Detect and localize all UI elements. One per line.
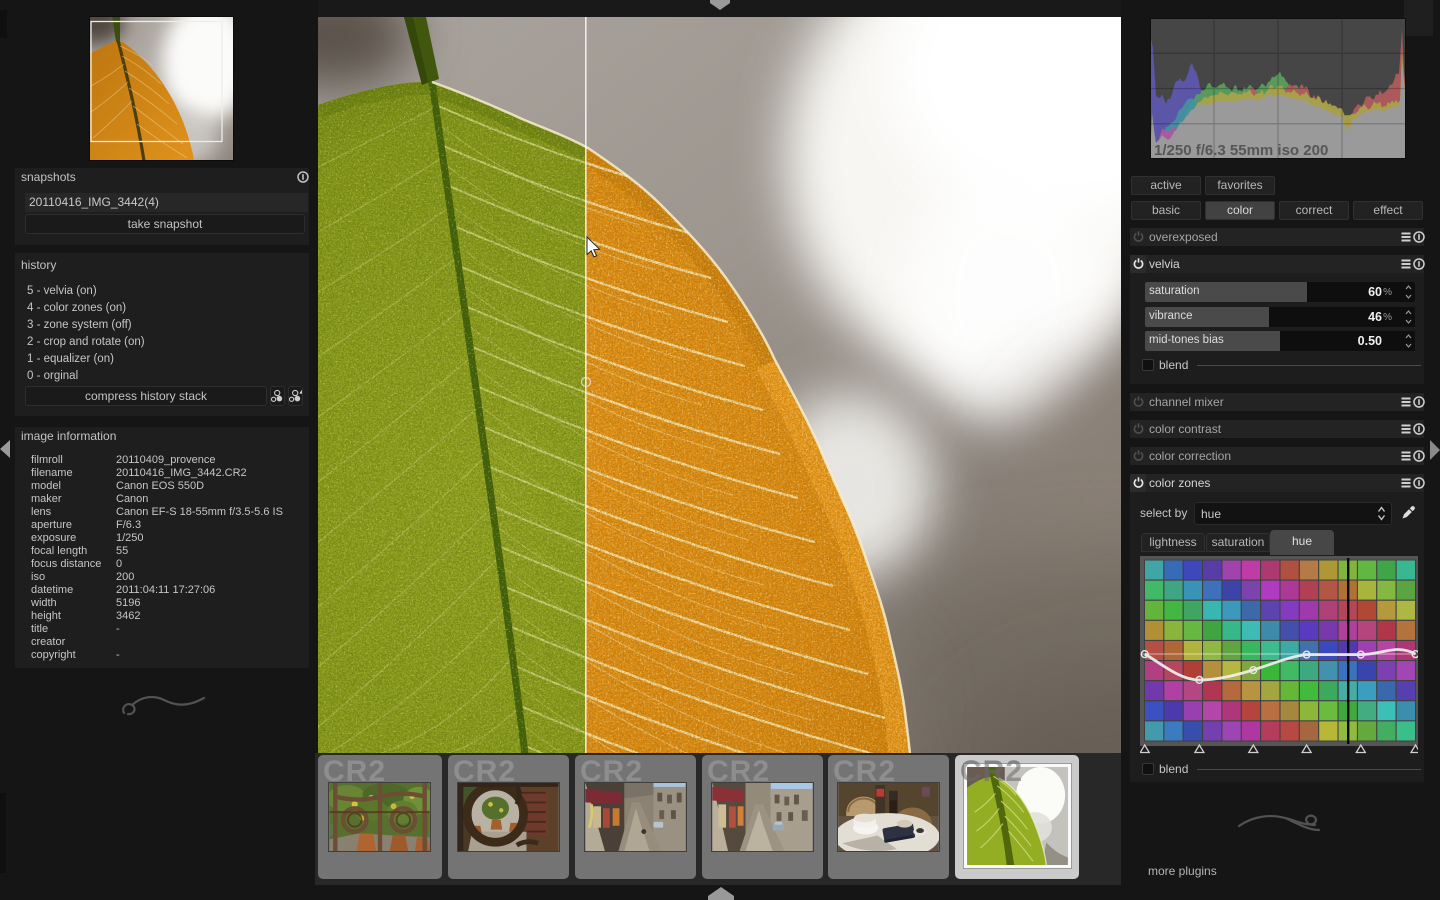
svg-text:1/250 f/6.3 55mm iso 200: 1/250 f/6.3 55mm iso 200 bbox=[1154, 142, 1328, 159]
